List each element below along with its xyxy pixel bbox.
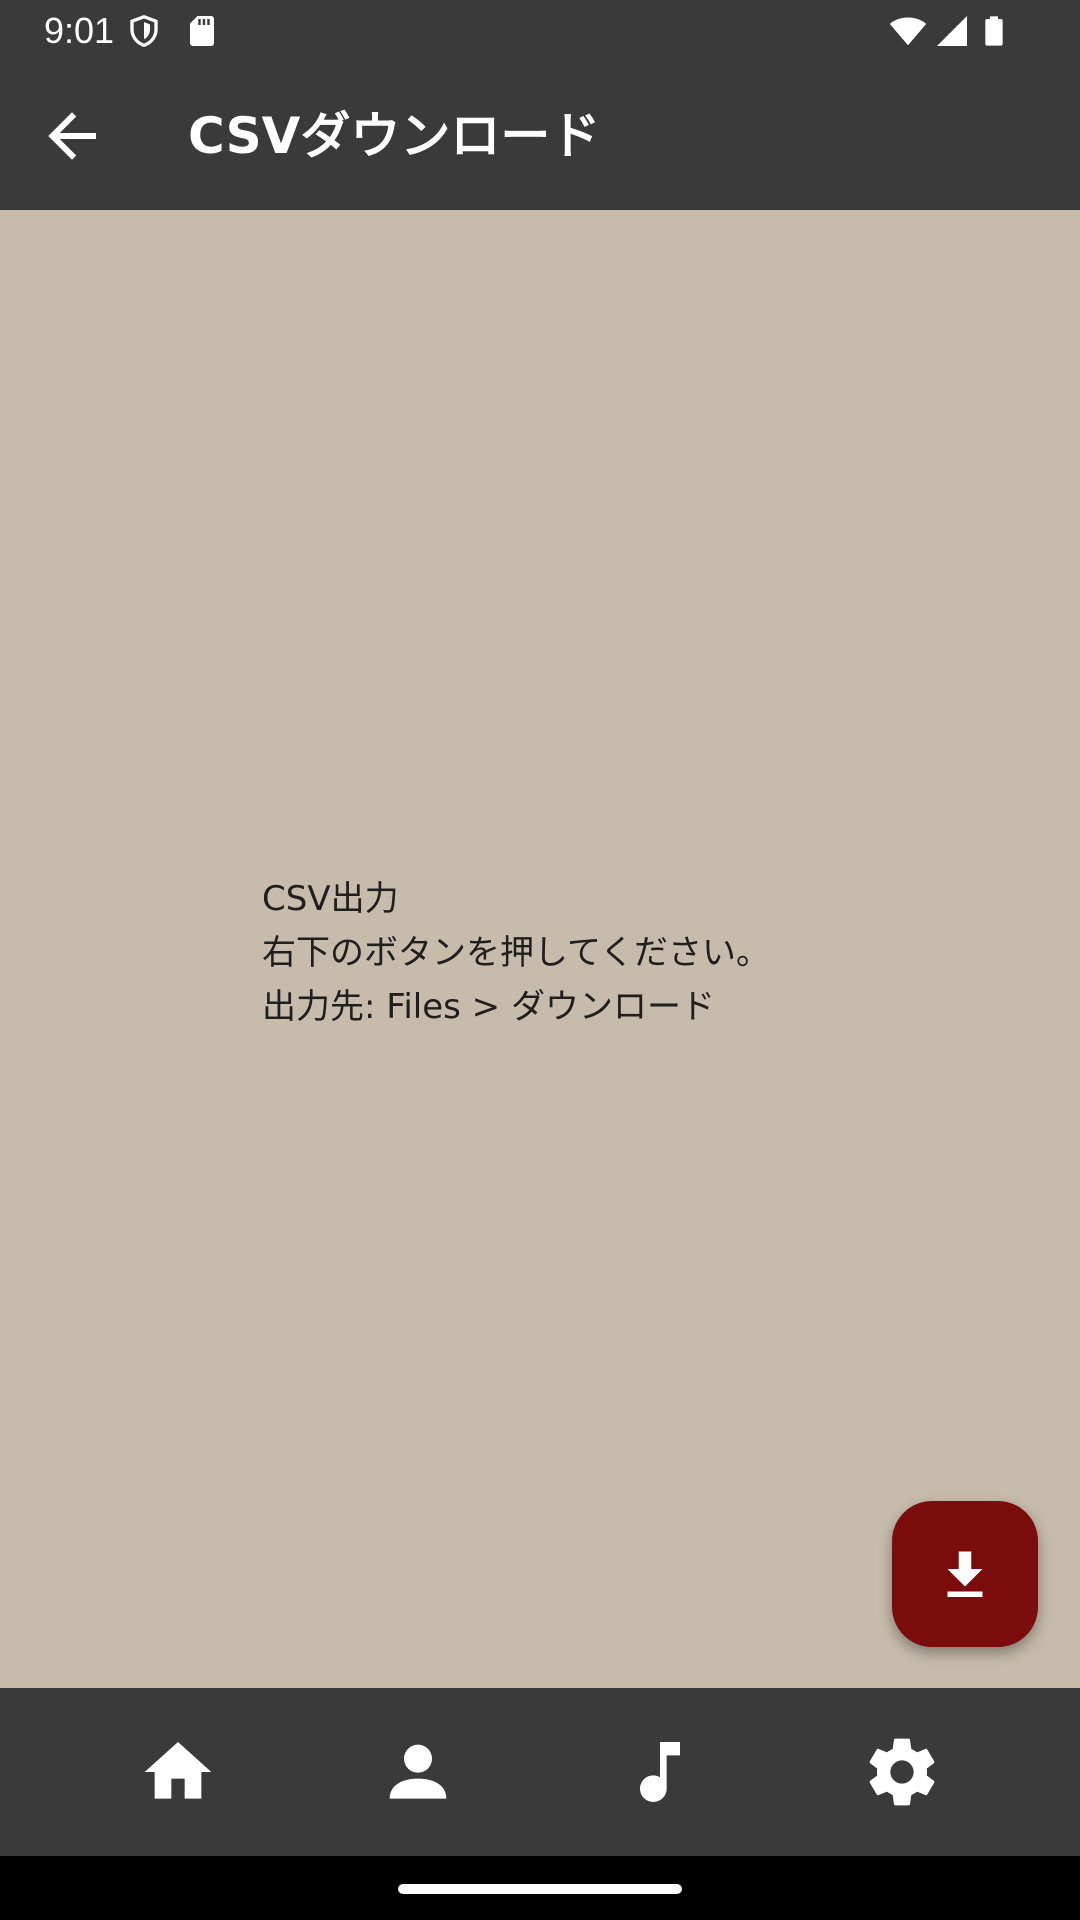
instruction-line: 右下のボタンを押してください。 bbox=[262, 933, 770, 973]
output-destination-line: 出力先: Files > ダウンロード bbox=[262, 987, 715, 1027]
nav-item-profile[interactable] bbox=[378, 1732, 458, 1812]
page-title: CSVダウンロード bbox=[188, 107, 601, 165]
download-button[interactable] bbox=[892, 1501, 1038, 1647]
app-bar: CSVダウンロード bbox=[0, 62, 1080, 210]
nav-item-home[interactable] bbox=[138, 1732, 218, 1812]
instruction-text: CSV出力 右下のボタンを押してください。 出力先: Files > ダウンロー… bbox=[262, 872, 770, 1034]
home-gesture-handle[interactable] bbox=[398, 1884, 682, 1894]
person-icon bbox=[378, 1732, 458, 1812]
wifi-icon bbox=[888, 12, 928, 50]
bottom-navigation bbox=[0, 1688, 1080, 1856]
instruction-heading: CSV出力 bbox=[262, 879, 399, 919]
cell-signal-icon bbox=[934, 12, 970, 50]
main-content: CSV出力 右下のボタンを押してください。 出力先: Files > ダウンロー… bbox=[0, 210, 1080, 1688]
nav-item-settings[interactable] bbox=[862, 1732, 942, 1812]
settings-icon bbox=[862, 1732, 942, 1812]
gesture-bar bbox=[0, 1856, 1080, 1920]
status-time: 9:01 bbox=[44, 10, 115, 51]
nav-item-music[interactable] bbox=[620, 1732, 700, 1812]
screen: 9:01 CSVダウンロード CSV出力 右下のボタンを押してください。 出力先… bbox=[0, 0, 1080, 1920]
arrow-back-icon bbox=[36, 100, 108, 172]
status-bar: 9:01 bbox=[0, 0, 1080, 62]
shield-icon bbox=[126, 12, 162, 50]
music-note-icon bbox=[620, 1732, 700, 1812]
back-button[interactable] bbox=[36, 100, 108, 172]
battery-icon bbox=[978, 12, 1010, 50]
sd-card-icon bbox=[184, 12, 220, 50]
home-icon bbox=[138, 1732, 218, 1812]
